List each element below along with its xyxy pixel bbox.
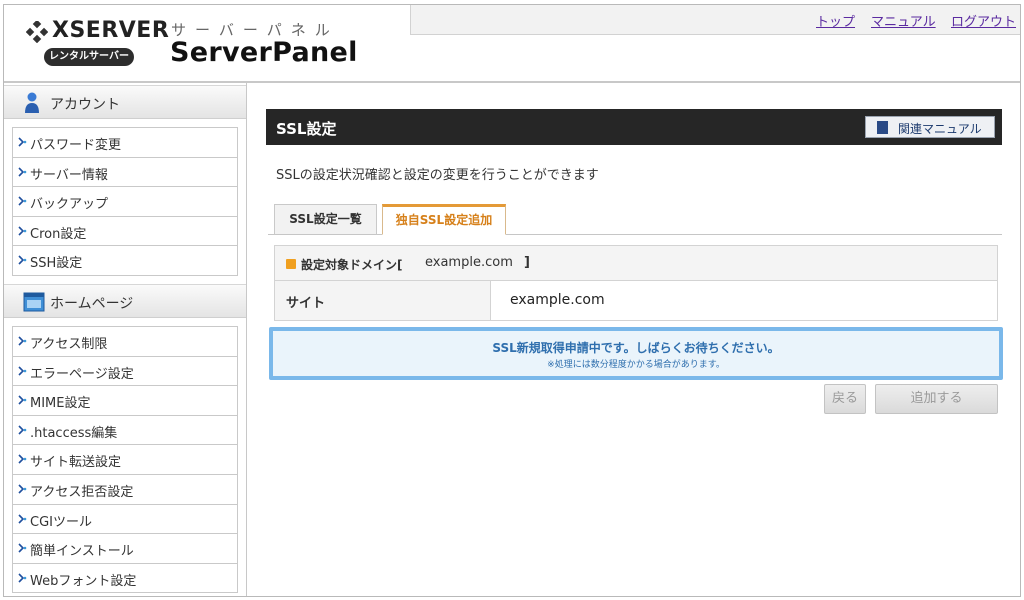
- header: XSERVER レンタルサーバー サーバーパネル ServerPanel トップ…: [4, 5, 1020, 83]
- account-menu: パスワード変更 サーバー情報 バックアップ Cron設定 SSH設定: [12, 127, 238, 276]
- sidebar-item-mime[interactable]: MIME設定: [13, 386, 237, 416]
- logout-link[interactable]: ログアウト: [951, 11, 1016, 30]
- related-manual-label: 関連マニュアル: [898, 122, 982, 136]
- window-icon: [23, 292, 45, 312]
- top-link[interactable]: トップ: [816, 11, 855, 30]
- sidebar-heading-label: ホームページ: [50, 296, 134, 312]
- sidebar-item-label: バックアップ: [30, 197, 109, 213]
- add-button[interactable]: 追加する: [875, 384, 998, 414]
- sidebar-item-label: .htaccess編集: [30, 425, 118, 441]
- arrow-bullet-icon: [18, 366, 27, 376]
- rental-server-badge: レンタルサーバー: [44, 48, 134, 66]
- site-value: example.com: [510, 292, 605, 308]
- sidebar-item-password[interactable]: パスワード変更: [13, 128, 237, 158]
- sidebar-heading-label: アカウント: [50, 97, 120, 113]
- sidebar-item-label: アクセス拒否設定: [30, 484, 134, 500]
- arrow-bullet-icon: [18, 196, 27, 206]
- sidebar-item-label: パスワード変更: [30, 138, 122, 153]
- sidebar-item-label: Webフォント設定: [30, 573, 137, 589]
- sidebar-heading-account: アカウント: [4, 85, 246, 119]
- square-bullet-icon: [286, 259, 296, 269]
- sidebar-item-backup[interactable]: バックアップ: [13, 187, 237, 217]
- sidebar-item-label: SSH設定: [30, 256, 83, 272]
- panel-title: ServerPanel: [170, 37, 358, 68]
- section-title-bar: SSL設定 関連マニュアル: [266, 109, 1002, 145]
- sidebar-item-error-page[interactable]: エラーページ設定: [13, 356, 237, 387]
- arrow-bullet-icon: [18, 425, 27, 435]
- arrow-bullet-icon: [18, 454, 27, 464]
- book-icon: [877, 121, 888, 134]
- xserver-logo-icon: [26, 21, 48, 43]
- sidebar-heading-homepage: ホームページ: [4, 284, 246, 318]
- top-nav: トップ マニュアル ログアウト: [410, 5, 1020, 35]
- arrow-bullet-icon: [18, 167, 27, 177]
- domain-value: example.com: [425, 255, 513, 270]
- sidebar-item-ssh[interactable]: SSH設定: [13, 246, 237, 276]
- sidebar-item-cgi-tools[interactable]: CGIツール: [13, 504, 237, 535]
- page-title: SSL設定: [276, 120, 337, 138]
- domain-row: 設定対象ドメイン[ example.com ]: [274, 245, 998, 281]
- sidebar-item-site-redirect[interactable]: サイト転送設定: [13, 445, 237, 475]
- site-label: サイト: [286, 296, 326, 311]
- sidebar-item-label: 簡単インストール: [30, 544, 134, 560]
- sidebar-item-access-restriction[interactable]: アクセス制限: [13, 327, 237, 357]
- tab-add-ssl[interactable]: 独自SSL設定追加: [382, 204, 506, 235]
- sidebar-item-cron[interactable]: Cron設定: [13, 216, 237, 247]
- app-window: XSERVER レンタルサーバー サーバーパネル ServerPanel トップ…: [3, 4, 1021, 597]
- sidebar-item-server-info[interactable]: サーバー情報: [13, 157, 237, 188]
- homepage-menu: アクセス制限 エラーページ設定 MIME設定 .htaccess編集 サイト転送…: [12, 326, 238, 594]
- sidebar: アカウント パスワード変更 サーバー情報 バックアップ Cron設定 SSH設定: [4, 83, 247, 596]
- site-label-cell: サイト: [275, 281, 491, 320]
- user-icon: [25, 92, 39, 113]
- sidebar-item-label: サイト転送設定: [30, 455, 122, 471]
- domain-bracket-close: ]: [524, 255, 530, 270]
- tabs-divider: [268, 234, 1002, 235]
- manual-link[interactable]: マニュアル: [871, 11, 936, 30]
- sidebar-item-label: CGIツール: [30, 514, 92, 530]
- arrow-bullet-icon: [18, 395, 27, 405]
- main-content: SSL設定 関連マニュアル SSLの設定状況確認と設定の変更を行うことができます…: [248, 83, 1020, 596]
- related-manual-button[interactable]: 関連マニュアル: [865, 116, 995, 138]
- arrow-bullet-icon: [18, 513, 27, 524]
- arrow-bullet-icon: [18, 137, 27, 147]
- tab-ssl-list[interactable]: SSL設定一覧: [274, 204, 377, 235]
- arrow-bullet-icon: [18, 226, 27, 236]
- page-description: SSLの設定状況確認と設定の変更を行うことができます: [276, 168, 599, 183]
- arrow-bullet-icon: [18, 543, 27, 553]
- sidebar-item-label: Cron設定: [30, 226, 87, 242]
- notice-message: SSL新規取得申請中です。しばらくお待ちください。: [492, 341, 780, 355]
- domain-label: 設定対象ドメイン[: [301, 258, 403, 272]
- sidebar-item-web-font[interactable]: Webフォント設定: [13, 563, 237, 594]
- arrow-bullet-icon: [18, 336, 27, 346]
- notice-note: ※処理には数分程度かかる場合があります。: [547, 360, 725, 370]
- logo-area[interactable]: XSERVER レンタルサーバー サーバーパネル ServerPanel: [4, 5, 410, 81]
- sidebar-item-access-deny[interactable]: アクセス拒否設定: [13, 474, 237, 505]
- status-notice: SSL新規取得申請中です。しばらくお待ちください。 ※処理には数分程度かかる場合…: [269, 327, 1003, 380]
- site-row: サイト example.com: [274, 281, 998, 321]
- back-button[interactable]: 戻る: [824, 384, 866, 414]
- sidebar-item-label: MIME設定: [30, 396, 91, 412]
- sidebar-item-label: エラーページ設定: [30, 366, 134, 382]
- arrow-bullet-icon: [18, 573, 27, 583]
- arrow-bullet-icon: [18, 255, 27, 265]
- sidebar-item-htaccess[interactable]: .htaccess編集: [13, 415, 237, 446]
- arrow-bullet-icon: [18, 484, 27, 494]
- sidebar-item-label: サーバー情報: [30, 167, 108, 183]
- sidebar-item-label: アクセス制限: [30, 337, 108, 352]
- sidebar-item-easy-install[interactable]: 簡単インストール: [13, 534, 237, 564]
- logo-text: XSERVER: [52, 18, 170, 43]
